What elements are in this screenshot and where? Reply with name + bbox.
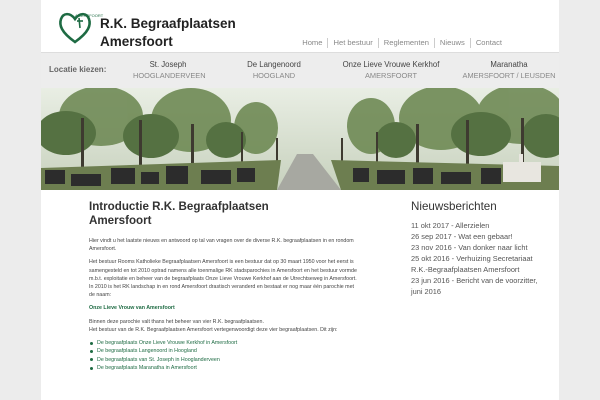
location-st-joseph[interactable]: St. Joseph Hooglanderveen (133, 59, 206, 81)
location-place: Hoogland (252, 71, 296, 80)
nav-het-bestuur[interactable]: Het bestuur (327, 38, 377, 48)
logo[interactable]: AMERSFOORT (57, 8, 103, 46)
site-title-line-2: Amersfoort (100, 34, 173, 49)
location-place: Hooglanderveen (133, 71, 206, 80)
news-item[interactable]: 23 nov 2016 - Van donker naar licht (411, 242, 551, 253)
page: AMERSFOORT R.K. Begraafplaatsen Amersfoo… (41, 0, 559, 400)
history-paragraph: Het bestuur Rooms Katholieke Begraafplaa… (89, 259, 357, 282)
main-content: Introductie R.K. Begraafplaatsen Amersfo… (89, 200, 357, 373)
location-place: Amersfoort / Leusden (462, 71, 556, 80)
page-title-line-1: Introductie R.K. Begraafplaatsen (89, 200, 269, 213)
site-title[interactable]: R.K. Begraafplaatsen Amersfoort (100, 15, 236, 51)
page-title-line-2: Amersfoort (89, 214, 152, 227)
location-bar: Locatie kiezen: St. Joseph Hooglandervee… (41, 52, 559, 88)
logo-text: AMERSFOORT (75, 13, 104, 18)
list-item: De begraafplaats Onze Lieve Vrouwe Kerkh… (89, 339, 357, 347)
location-maranatha[interactable]: Maranatha Amersfoort / Leusden (459, 59, 559, 81)
location-place: Amersfoort (364, 71, 417, 80)
cemetery-link-langenoord[interactable]: De begraafplaats Langenoord in Hoogland (97, 348, 197, 354)
parish-link[interactable]: Onze Lieve Vrouw van Amersfoort (89, 305, 175, 311)
list-item: De begraafplaats Langenoord in Hoogland (89, 347, 357, 355)
location-name: Maranatha (490, 60, 528, 69)
cemetery-link-olv-kerkhof[interactable]: De begraafplaats Onze Lieve Vrouwe Kerkh… (97, 340, 237, 346)
news-item[interactable]: 26 sep 2017 - Wat een gebaar! (411, 231, 551, 242)
list-item: De begraafplaats van St. Joseph in Hoogl… (89, 356, 357, 364)
cemetery-link-maranatha[interactable]: De begraafplaats Maranatha in Amersfoort (97, 365, 197, 371)
top-navigation: Home Het bestuur Reglementen Nieuws Cont… (297, 37, 507, 49)
location-name: De Langenoord (247, 60, 301, 69)
parish-paragraph: In 2010 is het RK landschap in en rond A… (89, 284, 354, 299)
news-item[interactable]: 25 okt 2016 - Verhuizing Secretariaat R.… (411, 253, 551, 275)
cemetery-banner-image (41, 88, 559, 190)
nav-home[interactable]: Home (297, 38, 327, 48)
list-item: De begraafplaats Maranatha in Amersfoort (89, 364, 357, 372)
header: AMERSFOORT R.K. Begraafplaatsen Amersfoo… (41, 0, 559, 52)
news-item[interactable]: 11 okt 2017 - Allerzielen (411, 220, 551, 231)
news-item[interactable]: 23 jun 2016 - Bericht van de voorzitter,… (411, 275, 551, 297)
nav-contact[interactable]: Contact (469, 38, 507, 48)
location-name: Onze Lieve Vrouwe Kerkhof (342, 60, 440, 69)
management-paragraph: Binnen deze parochie valt thans het behe… (89, 318, 264, 325)
location-name: St. Joseph (149, 60, 187, 69)
location-de-langenoord[interactable]: De Langenoord Hoogland (234, 59, 314, 81)
location-bar-label: Locatie kiezen: (49, 65, 107, 74)
news-heading: Nieuwsberichten (411, 200, 497, 213)
cemetery-list: De begraafplaats Onze Lieve Vrouwe Kerkh… (89, 339, 357, 373)
site-title-line-1: R.K. Begraafplaatsen (100, 16, 236, 31)
intro-paragraph: Hier vindt u het laatste nieuws en antwo… (89, 238, 354, 253)
location-olv-kerkhof[interactable]: Onze Lieve Vrouwe Kerkhof Amersfoort (333, 59, 449, 81)
page-title: Introductie R.K. Begraafplaatsen Amersfo… (89, 200, 357, 228)
nav-reglementen[interactable]: Reglementen (377, 38, 434, 48)
nav-nieuws[interactable]: Nieuws (433, 38, 470, 48)
representation-paragraph: Het bestuur van de R.K. Begraafplaatsen … (89, 326, 338, 333)
cemetery-link-st-joseph[interactable]: De begraafplaats van St. Joseph in Hoogl… (97, 357, 220, 363)
news-sidebar: Nieuwsberichten 11 okt 2017 - Allerziele… (411, 200, 551, 297)
